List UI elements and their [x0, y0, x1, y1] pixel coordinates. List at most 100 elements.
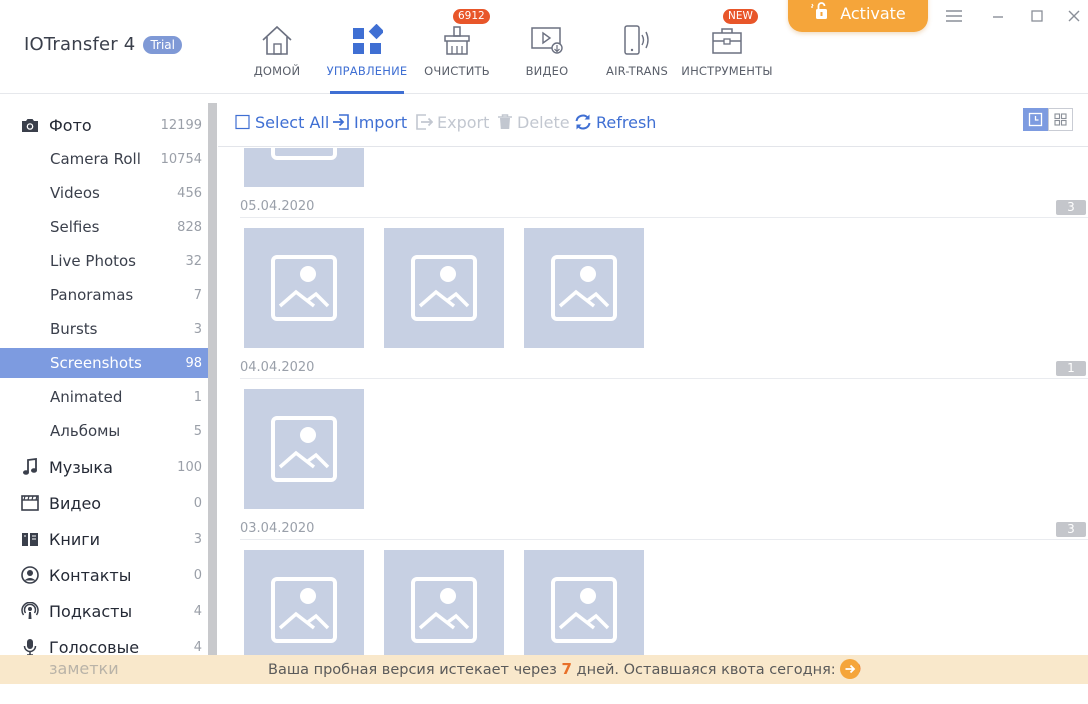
sidebar-item-video[interactable]: Видео 0: [0, 488, 208, 518]
sidebar-item-live-photos[interactable]: Live Photos 32: [0, 246, 208, 276]
close-button[interactable]: [1064, 6, 1084, 26]
photo-thumbnail[interactable]: [244, 550, 364, 655]
tab-air-trans[interactable]: AIR-TRANS: [592, 0, 682, 94]
clock-icon: [1028, 112, 1043, 127]
sidebar-item-videos[interactable]: Videos 456: [0, 178, 208, 208]
sidebar-item-label: Camera Roll: [50, 150, 141, 168]
sidebar-item-count: 10754: [160, 151, 202, 167]
grid-view-button[interactable]: [1048, 108, 1073, 131]
maximize-icon: [1031, 10, 1043, 22]
refresh-button[interactable]: Refresh: [574, 111, 656, 133]
delete-button[interactable]: Delete: [497, 111, 570, 133]
trial-notice-text: Ваша пробная версия истекает через 7 дне…: [268, 660, 861, 678]
maximize-button[interactable]: [1027, 6, 1047, 26]
notice-arrow-button[interactable]: [840, 659, 860, 679]
film-icon: [21, 494, 39, 512]
tab-tools[interactable]: NEW ИНСТРУМЕНТЫ: [681, 0, 773, 94]
activate-button[interactable]: Activate: [788, 0, 928, 32]
sidebar-item-label: Голосовые: [49, 637, 140, 656]
main-nav: ДОМОЙ УПРАВЛЕНИЕ 6912 ОЧИСТИТЬ ВИДЕО AIR…: [232, 0, 773, 94]
sidebar-item-panoramas[interactable]: Panoramas 7: [0, 280, 208, 310]
photo-thumbnail[interactable]: [244, 389, 364, 509]
tab-video[interactable]: ВИДЕО: [502, 0, 592, 94]
notice-text-before: Ваша пробная версия истекает через: [268, 662, 562, 678]
minimize-button[interactable]: [988, 6, 1008, 26]
sidebar-item-music[interactable]: Музыка 100: [0, 452, 208, 482]
book-icon: [21, 530, 39, 548]
photo-thumbnail[interactable]: [244, 228, 364, 348]
camera-icon: [21, 116, 39, 134]
microphone-icon: [21, 638, 39, 655]
sidebar-item-label: Альбомы: [50, 422, 121, 440]
select-all-button[interactable]: Select All: [235, 111, 329, 133]
sidebar-item-podcasts[interactable]: Подкасты 4: [0, 596, 208, 626]
sidebar-item-label: Контакты: [49, 565, 132, 585]
view-toggle: [1023, 108, 1073, 131]
app-window: IOTransfer 4 Trial ДОМОЙ УПРАВЛЕНИЕ 6912: [0, 0, 1088, 704]
photo-thumbnail[interactable]: [384, 550, 504, 655]
unlock-icon: [810, 1, 832, 25]
photo-thumbnail[interactable]: [524, 228, 644, 348]
sidebar-item-label: Animated: [50, 388, 123, 406]
sidebar-item-albums[interactable]: Альбомы 5: [0, 416, 208, 446]
sidebar-item-screenshots[interactable]: Screenshots 98: [0, 348, 208, 378]
delete-label: Delete: [517, 112, 570, 132]
photo-grid: 05.04.2020 3 04.04.2020 1 03.04.2020 3: [218, 148, 1088, 655]
sidebar-item-label: Screenshots: [50, 354, 142, 372]
photo-thumbnail[interactable]: [524, 550, 644, 655]
sidebar-item-count: 32: [185, 253, 202, 269]
sidebar-item-count: 0: [193, 495, 202, 511]
menu-icon: [946, 10, 962, 22]
window-bottom-edge: [0, 684, 1088, 704]
sidebar-item-photos[interactable]: Фото 12199: [0, 110, 208, 140]
sidebar-item-count: 4: [193, 603, 202, 619]
sidebar-item-label: Videos: [50, 184, 100, 202]
trash-icon: [497, 113, 513, 131]
home-icon: [259, 22, 295, 58]
toolbox-icon: [709, 22, 745, 58]
sidebar-item-camera-roll[interactable]: Camera Roll 10754: [0, 144, 208, 174]
grid-icon: [1054, 113, 1067, 126]
image-placeholder-icon: [271, 577, 337, 643]
manage-grid-icon: [349, 22, 385, 58]
sidebar-item-animated[interactable]: Animated 1: [0, 382, 208, 412]
photo-thumbnail[interactable]: [384, 228, 504, 348]
group-divider: [240, 539, 1088, 540]
group-count-badge: 3: [1056, 200, 1086, 215]
tab-manage[interactable]: УПРАВЛЕНИЕ: [322, 0, 412, 94]
sidebar-item-label: Фото: [49, 115, 92, 135]
sidebar-item-books[interactable]: Книги 3: [0, 524, 208, 554]
menu-button[interactable]: [944, 6, 964, 26]
phone-wireless-icon: [619, 22, 655, 58]
sidebar-item-contacts[interactable]: Контакты 0: [0, 560, 208, 590]
minimize-icon: [993, 16, 1003, 18]
sidebar-item-voice-memos[interactable]: Голосовые 4: [0, 632, 208, 655]
sidebar-item-bursts[interactable]: Bursts 3: [0, 314, 208, 344]
refresh-icon: [574, 113, 592, 131]
tab-tools-label: ИНСТРУМЕНТЫ: [681, 64, 773, 78]
import-button[interactable]: Import: [332, 111, 407, 133]
import-icon: [332, 113, 350, 131]
tab-air-trans-label: AIR-TRANS: [606, 64, 668, 78]
close-icon: [1068, 10, 1080, 22]
sidebar-item-label-overflow: заметки: [49, 659, 119, 678]
photo-thumbnail[interactable]: [244, 148, 364, 187]
video-download-icon: [529, 22, 565, 58]
image-placeholder-icon: [271, 416, 337, 482]
sidebar-item-label: Видео: [49, 493, 102, 513]
image-placeholder-icon: [411, 577, 477, 643]
brand: IOTransfer 4 Trial: [24, 34, 182, 55]
export-label: Export: [437, 112, 490, 132]
trial-notice-bar: заметки Ваша пробная версия истекает чер…: [0, 655, 1088, 684]
sidebar-scrollbar[interactable]: [208, 103, 217, 680]
checkbox-icon: [235, 114, 251, 130]
timeline-view-button[interactable]: [1023, 108, 1048, 131]
sidebar-item-count: 12199: [160, 117, 202, 133]
tab-clean[interactable]: 6912 ОЧИСТИТЬ: [412, 0, 502, 94]
tab-home[interactable]: ДОМОЙ: [232, 0, 322, 94]
export-button[interactable]: Export: [415, 111, 489, 133]
sidebar-item-selfies[interactable]: Selfies 828: [0, 212, 208, 242]
app-name: IOTransfer 4: [24, 34, 136, 55]
sidebar-item-count: 7: [193, 287, 202, 303]
music-note-icon: [21, 458, 39, 476]
